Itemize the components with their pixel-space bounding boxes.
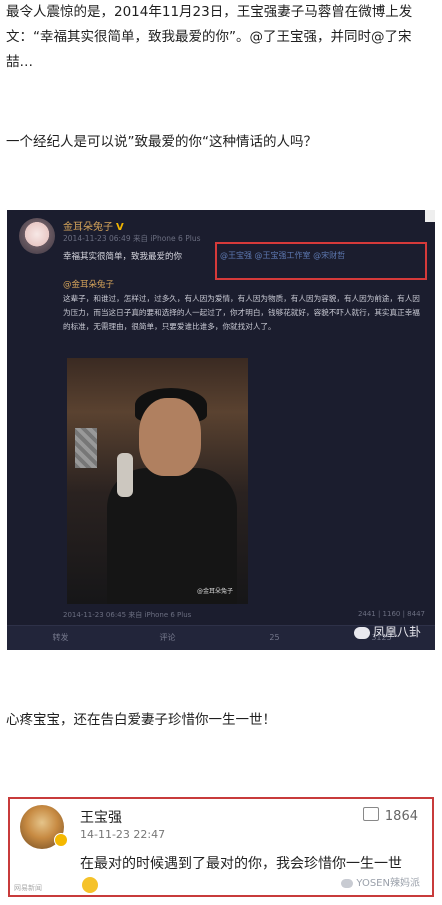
watermark: YOSEN辣妈派 xyxy=(341,874,420,889)
post-time: 2014-11-23 06:49 来自 iPhone 6 Plus xyxy=(63,234,201,243)
photo-doll xyxy=(117,453,133,497)
blurred-face xyxy=(75,428,97,468)
share-count[interactable]: 25 xyxy=(221,626,328,650)
repost-button[interactable]: 转发 xyxy=(7,626,114,650)
post-photo[interactable]: @金耳朵兔子 xyxy=(67,358,248,604)
highlight-box xyxy=(215,242,427,280)
comment-card: 王宝强 14-11-23 22:47 1864 在最对的时候遇到了最对的你，我会… xyxy=(8,797,434,897)
verified-badge: V xyxy=(116,222,124,233)
wechat-icon xyxy=(353,626,370,639)
retweet-time: 2014-11-23 06:45 来自 iPhone 6 Plus xyxy=(63,611,192,619)
like-button[interactable]: 1864 xyxy=(362,807,418,824)
post-author[interactable]: 金耳朵兔子 V xyxy=(63,218,124,233)
comment-button[interactable]: 评论 xyxy=(114,626,221,650)
watermark-text: 凤凰八卦 xyxy=(372,625,421,639)
retweet-author[interactable]: @金耳朵兔子 xyxy=(63,278,114,290)
retweet-stats: 2441 | 1160 | 8447 xyxy=(357,610,425,618)
photo-person-face xyxy=(139,398,201,476)
verified-badge xyxy=(54,833,68,847)
weibo-screenshot: 金耳朵兔子 V 2014-11-23 06:49 来自 iPhone 6 Plus… xyxy=(7,210,435,650)
wechat-icon xyxy=(341,878,354,888)
comment-author[interactable]: 王宝强 xyxy=(80,807,122,827)
smile-emoji-icon xyxy=(82,877,98,893)
like-count: 1864 xyxy=(384,809,418,824)
article-paragraph-2: 一个经纪人是可以说”致最爱的你“这种情话的人吗？ xyxy=(6,134,317,150)
comment-time: 14-11-23 22:47 xyxy=(80,828,166,841)
corner-mark: 网易新闻 xyxy=(14,884,42,892)
watermark: 凤凰八卦 xyxy=(353,623,421,640)
article-paragraph-3: 心疼宝宝，还在告白爱妻子珍惜你一生一世！ xyxy=(6,712,276,728)
photo-watermark: @金耳朵兔子 xyxy=(197,588,234,595)
post-text: 幸福其实很简单，致我最爱的你 xyxy=(63,252,183,262)
retweet-body: 这辈子，和谁过，怎样过，过多久，有人因为爱情，有人因为物质，有人因为容貌，有人因… xyxy=(63,294,420,331)
thumbs-up-icon xyxy=(362,807,379,821)
scroll-corner xyxy=(425,210,435,222)
article-paragraph-1: 最令人震惊的是，2014年11月23日，王宝强妻子马蓉曾在微博上发文：“幸福其实… xyxy=(6,4,413,70)
avatar[interactable] xyxy=(19,218,55,254)
watermark-text: YOSEN辣妈派 xyxy=(356,878,420,889)
comment-text-content: 在最对的时候遇到了最对的你，我会珍惜你一生一世 xyxy=(80,856,402,872)
author-name[interactable]: 金耳朵兔子 xyxy=(63,222,113,233)
